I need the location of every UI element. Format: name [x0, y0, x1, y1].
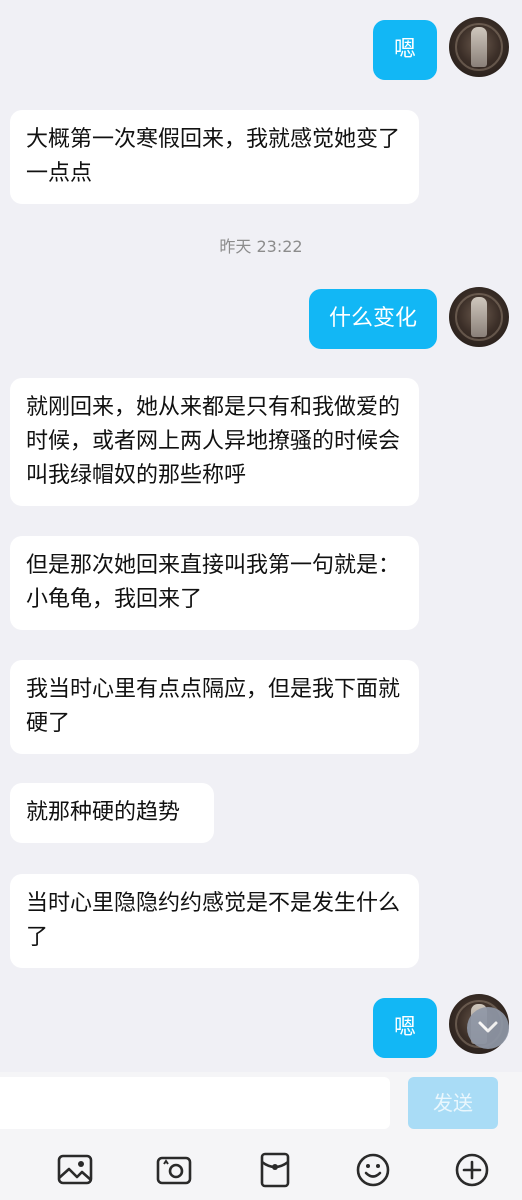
my-avatar[interactable]	[449, 17, 509, 77]
camera-icon[interactable]	[155, 1151, 193, 1189]
outgoing-message-bubble[interactable]: 嗯	[373, 20, 437, 80]
chevron-down-icon	[477, 1019, 499, 1038]
message-input[interactable]	[0, 1077, 390, 1129]
incoming-message-bubble[interactable]: 就那种硬的趋势	[10, 783, 214, 843]
message-timestamp: 昨天 23:22	[219, 237, 303, 256]
incoming-message-bubble[interactable]: 大概第一次寒假回来，我就感觉她变了一点点	[10, 110, 419, 204]
incoming-message-bubble[interactable]: 但是那次她回来直接叫我第一句就是：小龟龟，我回来了	[10, 536, 419, 630]
incoming-message-bubble[interactable]: 当时心里隐隐约约感觉是不是发生什么了	[10, 874, 419, 968]
incoming-message-bubble[interactable]: 我当时心里有点点隔应，但是我下面就硬了	[10, 660, 419, 754]
emoji-icon[interactable]	[354, 1151, 392, 1189]
outgoing-message-bubble[interactable]: 嗯	[373, 998, 437, 1058]
outgoing-message-bubble[interactable]: 什么变化	[309, 289, 437, 349]
chat-message-list[interactable]: 嗯 大概第一次寒假回来，我就感觉她变了一点点 昨天 23:22 什么变化 就刚回…	[0, 0, 522, 1072]
scroll-to-bottom-button[interactable]	[467, 1007, 509, 1049]
plus-icon[interactable]	[453, 1151, 491, 1189]
my-avatar[interactable]	[449, 287, 509, 347]
image-icon[interactable]	[56, 1151, 94, 1189]
red-packet-icon[interactable]	[256, 1151, 294, 1189]
input-toolbar	[0, 1143, 522, 1195]
incoming-message-bubble[interactable]: 就刚回来，她从来都是只有和我做爱的时候，或者网上两人异地撩骚的时候会叫我绿帽奴的…	[10, 378, 419, 506]
send-button[interactable]: 发送	[408, 1077, 498, 1129]
